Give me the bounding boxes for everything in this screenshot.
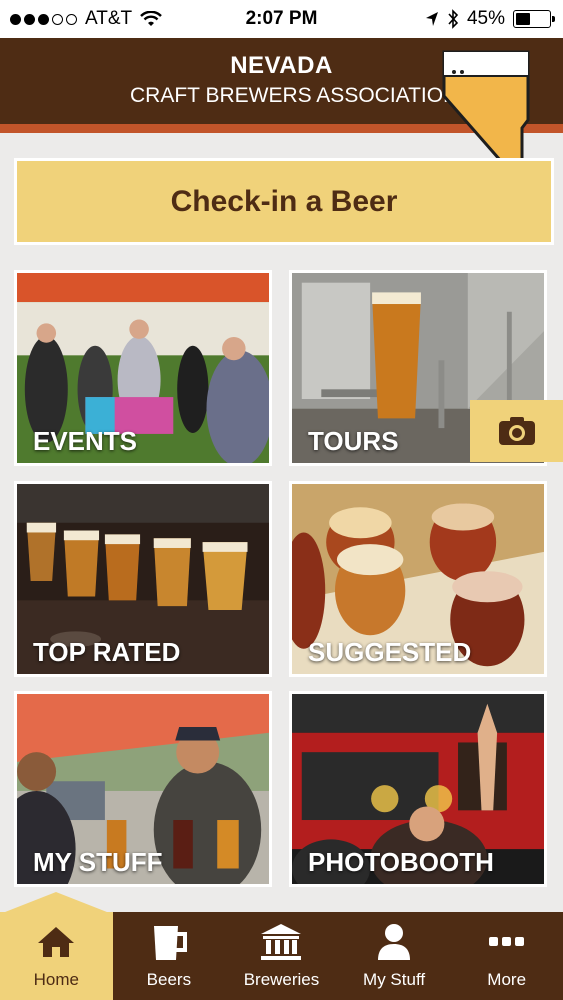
tile-label: SUGGESTED (308, 637, 472, 667)
tile-events[interactable]: EVENTS (14, 270, 272, 466)
tile-label: TOP RATED (33, 637, 181, 667)
header-subtitle: CRAFT BREWERS ASSOCIATION (130, 84, 459, 107)
more-dots-icon (488, 937, 524, 946)
checkin-label: Check-in a Beer (170, 184, 398, 218)
tab-more-label: More (487, 970, 527, 989)
tile-label: EVENTS (33, 426, 138, 456)
tab-beers[interactable]: Beers (113, 912, 226, 1000)
battery-percent: 45% (466, 8, 505, 29)
tile-my-stuff[interactable]: MY STUFF (14, 691, 272, 887)
tab-home[interactable]: Home (0, 912, 113, 1000)
beer-mug-icon (153, 926, 187, 960)
camera-button[interactable] (470, 400, 563, 462)
bluetooth-icon (448, 9, 459, 29)
battery-icon (513, 10, 555, 28)
tab-my-stuff-label: My Stuff (363, 970, 426, 989)
tab-home-label: Home (33, 970, 79, 989)
active-tab-indicator (0, 892, 112, 914)
tab-more[interactable]: More (450, 912, 563, 1000)
tile-photobooth[interactable]: PHOTOBOOTH (289, 691, 547, 887)
tab-breweries-label: Breweries (243, 970, 320, 989)
building-icon (261, 924, 302, 960)
tile-top-rated[interactable]: TOP RATED (14, 481, 272, 677)
bottom-tab-bar: Home Beers Breweries My Stuff More (0, 912, 563, 1000)
tab-breweries[interactable]: Breweries (225, 912, 338, 1000)
tile-suggested[interactable]: SUGGESTED (289, 481, 547, 677)
tab-my-stuff[interactable]: My Stuff (338, 912, 451, 1000)
tile-label: TOURS (308, 426, 399, 456)
checkin-beer-button[interactable]: Check-in a Beer (14, 158, 554, 245)
tile-label: PHOTOBOOTH (308, 847, 494, 877)
location-arrow-icon (425, 12, 438, 26)
person-icon (378, 924, 411, 960)
home-icon (38, 927, 75, 957)
tile-label: MY STUFF (33, 847, 163, 877)
tab-beers-label: Beers (146, 970, 192, 989)
camera-icon (498, 417, 535, 445)
status-bar: AT&T 2:07 PM 45% (0, 0, 563, 38)
